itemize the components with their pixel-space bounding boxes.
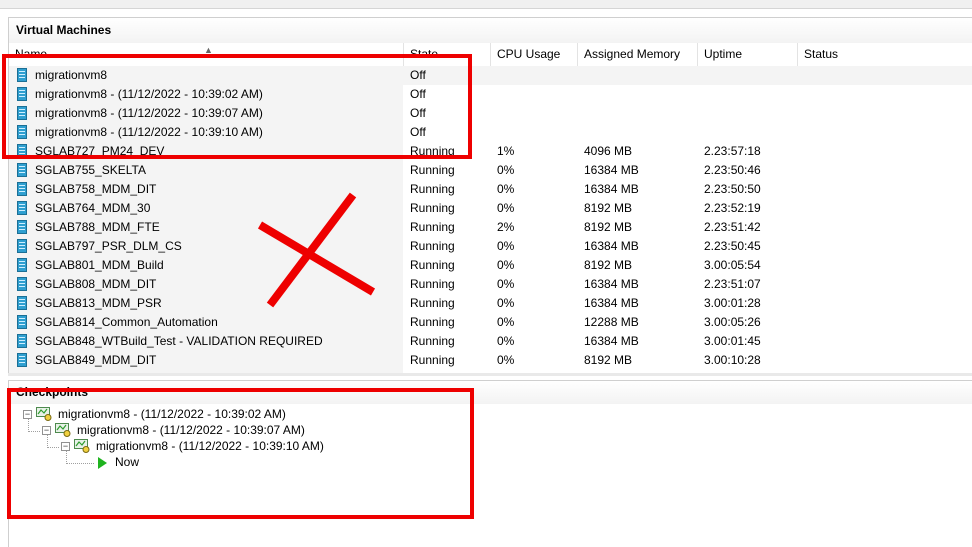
column-header-memory[interactable]: Assigned Memory [578, 43, 698, 66]
vm-uptime-cell: 2.23:51:42 [704, 220, 761, 234]
vm-memory-cell: 16384 MB [584, 277, 639, 291]
vm-memory-cell: 16384 MB [584, 182, 639, 196]
vm-name-cell: SGLAB813_MDM_PSR [35, 296, 162, 310]
column-header-uptime-label: Uptime [704, 47, 743, 61]
column-header-memory-label: Assigned Memory [584, 47, 681, 61]
vm-memory-cell: 16384 MB [584, 296, 639, 310]
column-header-status-label: Status [804, 47, 839, 61]
vm-memory-cell: 16384 MB [584, 334, 639, 348]
vm-uptime-cell: 3.00:01:28 [704, 296, 761, 310]
vm-state-cell: Running [410, 334, 455, 348]
vm-row[interactable]: SGLAB814_Common_Automation Running 0% 12288… [9, 313, 972, 332]
vm-row[interactable]: SGLAB797_PSR_DLM_CS Running 0% 16384 MB 2.23… [9, 237, 972, 256]
vm-icon [17, 201, 27, 215]
column-header-cpu[interactable]: CPU Usage [491, 43, 578, 66]
vm-row[interactable]: SGLAB758_MDM_DIT Running 0% 16384 MB 2.23:50… [9, 180, 972, 199]
vm-cpu-cell: 0% [497, 315, 515, 329]
vm-uptime-cell: 2.23:50:46 [704, 163, 761, 177]
vm-uptime-cell: 2.23:52:19 [704, 201, 761, 215]
vm-row[interactable]: SGLAB848_WTBuild_Test - VALIDATION REQUI… [9, 332, 972, 351]
vm-memory-cell: 8192 MB [584, 258, 633, 272]
vm-cpu-cell: 0% [497, 277, 515, 291]
vm-name-cell: SGLAB848_WTBuild_Test - VALIDATION REQUI… [35, 334, 323, 348]
vm-icon [17, 277, 27, 291]
column-header-status[interactable]: Status [798, 43, 972, 66]
vm-panel-header: Virtual Machines [8, 17, 972, 43]
vm-state-cell: Running [410, 353, 455, 367]
vm-uptime-cell: 2.23:51:07 [704, 277, 761, 291]
vm-cpu-cell: 0% [497, 163, 515, 177]
vm-cpu-cell: 0% [497, 182, 515, 196]
vm-state-cell: Running [410, 239, 455, 253]
vm-icon [17, 182, 27, 196]
vm-row[interactable]: SGLAB808_MDM_DIT Running 0% 16384 MB 2.23:51… [9, 275, 972, 294]
vm-uptime-cell: 3.00:01:45 [704, 334, 761, 348]
vm-memory-cell: 8192 MB [584, 353, 633, 367]
vm-cpu-cell: 0% [497, 258, 515, 272]
vm-panel-title: Virtual Machines [16, 23, 112, 37]
vm-memory-cell: 16384 MB [584, 239, 639, 253]
vm-uptime-cell: 2.23:57:18 [704, 144, 761, 158]
vm-icon [17, 296, 27, 310]
vm-row[interactable]: SGLAB755_SKELTA Running 0% 16384 MB 2.23:50:… [9, 161, 972, 180]
vm-icon [17, 334, 27, 348]
vm-cpu-cell: 0% [497, 296, 515, 310]
vm-icon [17, 163, 27, 177]
vm-state-cell: Running [410, 163, 455, 177]
vm-uptime-cell: 3.00:05:26 [704, 315, 761, 329]
vm-cpu-cell: 0% [497, 353, 515, 367]
vm-state-cell: Running [410, 258, 455, 272]
vm-row[interactable]: SGLAB788_MDM_FTE Running 2% 8192 MB 2.23:51:… [9, 218, 972, 237]
vm-name-cell: SGLAB758_MDM_DIT [35, 182, 157, 196]
vm-state-cell: Running [410, 201, 455, 215]
vm-row[interactable]: SGLAB764_MDM_30 Running 0% 8192 MB 2.23:52:1… [9, 199, 972, 218]
column-header-uptime[interactable]: Uptime [698, 43, 798, 66]
vm-uptime-cell: 3.00:10:28 [704, 353, 761, 367]
vm-uptime-cell: 3.00:05:54 [704, 258, 761, 272]
vm-icon [17, 258, 27, 272]
vm-memory-cell: 4096 MB [584, 144, 633, 158]
vm-memory-cell: 8192 MB [584, 220, 633, 234]
panel-splitter[interactable] [8, 373, 972, 376]
annotation-box-vm-list [2, 54, 472, 159]
vm-cpu-cell: 0% [497, 201, 515, 215]
vm-name-cell: SGLAB797_PSR_DLM_CS [35, 239, 182, 253]
vm-memory-cell: 12288 MB [584, 315, 639, 329]
vm-icon [17, 239, 27, 253]
vm-cpu-cell: 1% [497, 144, 515, 158]
vm-name-cell: SGLAB814_Common_Automation [35, 315, 218, 329]
vm-row[interactable]: SGLAB849_MDM_DIT Running 0% 8192 MB 3.00:10:… [9, 351, 972, 370]
vm-memory-cell: 16384 MB [584, 163, 639, 177]
vm-state-cell: Running [410, 315, 455, 329]
vm-uptime-cell: 2.23:50:45 [704, 239, 761, 253]
annotation-box-checkpoints [7, 388, 474, 519]
vm-state-cell: Running [410, 220, 455, 234]
vm-icon [17, 220, 27, 234]
annotation-cross-icon [257, 192, 376, 308]
vm-memory-cell: 8192 MB [584, 201, 633, 215]
vm-name-cell: SGLAB808_MDM_DIT [35, 277, 157, 291]
vm-name-cell: SGLAB764_MDM_30 [35, 201, 151, 215]
vm-cpu-cell: 0% [497, 239, 515, 253]
vm-state-cell: Running [410, 296, 455, 310]
vm-row[interactable]: SGLAB813_MDM_PSR Running 0% 16384 MB 3.00:01… [9, 294, 972, 313]
vm-cpu-cell: 0% [497, 334, 515, 348]
vm-uptime-cell: 2.23:50:50 [704, 182, 761, 196]
vm-cpu-cell: 2% [497, 220, 515, 234]
vm-row[interactable]: SGLAB801_MDM_Build Running 0% 8192 MB 3.00:0… [9, 256, 972, 275]
window-top-border [0, 0, 972, 9]
vm-icon [17, 315, 27, 329]
vm-state-cell: Running [410, 277, 455, 291]
vm-name-cell: SGLAB755_SKELTA [35, 163, 146, 177]
column-header-cpu-label: CPU Usage [497, 47, 561, 61]
vm-name-cell: SGLAB788_MDM_FTE [35, 220, 160, 234]
vm-name-cell: SGLAB849_MDM_DIT [35, 353, 157, 367]
vm-name-cell: SGLAB801_MDM_Build [35, 258, 164, 272]
vm-icon [17, 353, 27, 367]
vm-state-cell: Running [410, 182, 455, 196]
